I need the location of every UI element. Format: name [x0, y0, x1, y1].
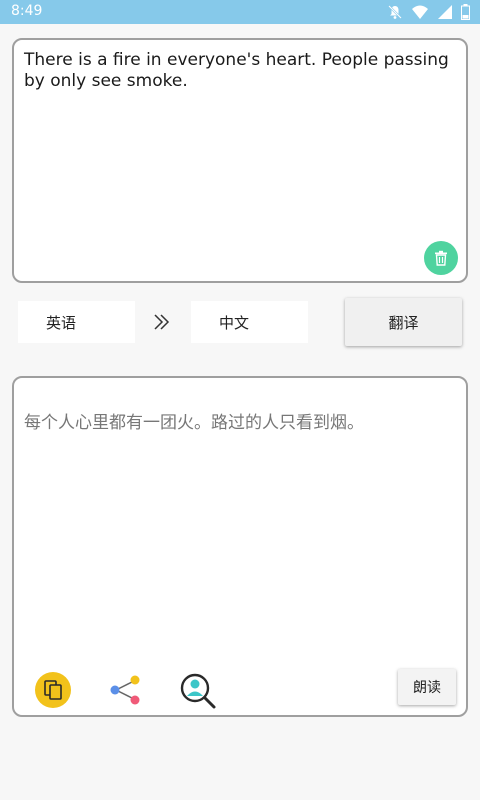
clear-button[interactable] — [424, 241, 458, 275]
source-text-card[interactable]: There is a fire in everyone's heart. Peo… — [12, 38, 468, 283]
result-text: 每个人心里都有一团火。路过的人只看到烟。 — [24, 413, 364, 433]
bell-off-icon — [388, 5, 402, 19]
battery-icon — [461, 4, 470, 20]
double-chevron-right-icon[interactable] — [152, 312, 172, 332]
status-bar: 8:49 — [0, 0, 480, 24]
search-user-icon[interactable] — [178, 671, 218, 711]
status-icons — [387, 4, 470, 20]
target-language-select[interactable]: 中文 — [191, 301, 308, 343]
result-card: 每个人心里都有一团火。路过的人只看到烟。 朗读 — [12, 376, 468, 717]
trash-icon — [435, 250, 447, 266]
signal-icon — [438, 5, 452, 19]
copy-icon[interactable] — [35, 672, 71, 708]
translate-button[interactable]: 翻译 — [345, 298, 462, 346]
read-aloud-button[interactable]: 朗读 — [398, 669, 456, 705]
status-time: 8:49 — [11, 3, 43, 19]
source-text-input[interactable]: There is a fire in everyone's heart. Peo… — [24, 50, 452, 92]
source-language-select[interactable]: 英语 — [18, 301, 135, 343]
wifi-icon — [412, 5, 428, 19]
share-icon[interactable] — [108, 674, 142, 706]
